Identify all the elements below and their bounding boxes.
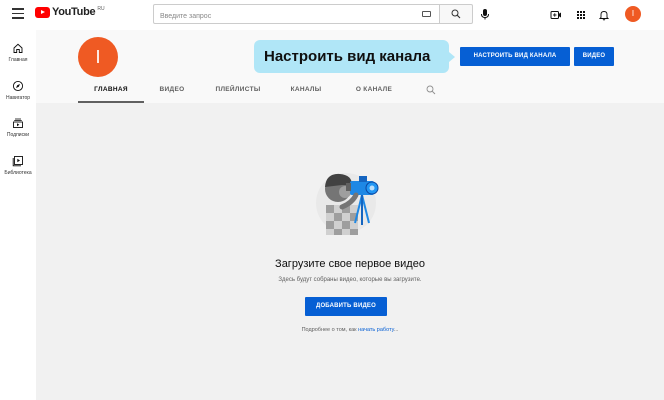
sidebar-item-label: Подписки: [6, 132, 30, 138]
apps-grid-icon[interactable]: [575, 8, 587, 20]
youtube-logo[interactable]: YouTube RU: [35, 6, 105, 18]
tab-home[interactable]: ГЛАВНАЯ: [78, 82, 144, 103]
keyboard-icon[interactable]: [422, 11, 431, 17]
sidebar-item-home[interactable]: Главная: [0, 34, 36, 70]
channel-avatar[interactable]: I: [78, 37, 118, 77]
search-box: [153, 4, 440, 26]
subscriptions-icon: [13, 118, 23, 128]
camera-person-illustration: [316, 173, 379, 235]
get-started-link[interactable]: начать работу: [358, 327, 394, 333]
customize-channel-button[interactable]: НАСТРОИТЬ ВИД КАНАЛА: [460, 47, 570, 66]
sidebar-item-label: Главная: [8, 57, 28, 63]
tab-channels[interactable]: КАНАЛЫ: [282, 82, 330, 103]
empty-state-title: Загрузите свое первое видео: [275, 258, 425, 270]
logo-text: YouTube: [52, 6, 96, 18]
tab-videos[interactable]: ВИДЕО: [152, 82, 192, 103]
tab-playlists[interactable]: ПЛЕЙЛИСТЫ: [208, 82, 268, 103]
channel-search-icon[interactable]: [426, 85, 436, 95]
empty-state-subtitle: Здесь будут собраны видео, которые вы за…: [278, 277, 422, 283]
sidebar-item-subscriptions[interactable]: Подписки: [0, 109, 36, 145]
search-input[interactable]: [154, 7, 409, 26]
youtube-channel-page: YouTube RU Введите запрос I Главная Нави…: [0, 0, 664, 400]
add-video-button[interactable]: ДОБАВИТЬ ВИДЕО: [305, 297, 387, 316]
learn-more-suffix: ...: [393, 327, 399, 333]
youtube-play-icon: [35, 7, 50, 18]
notifications-bell-icon[interactable]: [598, 8, 610, 21]
sidebar-item-label: Библиотека: [4, 170, 32, 176]
search-icon: [451, 9, 461, 19]
sidebar-item-library[interactable]: Библиотека: [0, 147, 36, 183]
voice-search-button[interactable]: [478, 7, 492, 21]
main-content: Загрузите свое первое видео Здесь будут …: [36, 103, 664, 400]
logo-country-code: RU: [97, 6, 105, 12]
account-avatar[interactable]: I: [625, 6, 641, 22]
compass-icon: [12, 80, 24, 92]
channel-header: I Настроить вид канала НАСТРОИТЬ ВИД КАН…: [36, 30, 664, 103]
learn-more-text: Подробнее о том, как начать работу...: [36, 327, 664, 333]
sidebar-item-explore[interactable]: Навигатор: [0, 72, 36, 108]
create-video-icon[interactable]: [550, 8, 562, 20]
microphone-icon: [481, 9, 489, 20]
tab-about[interactable]: О КАНАЛЕ: [346, 82, 402, 103]
customize-tooltip: Настроить вид канала: [254, 40, 455, 73]
manage-videos-button[interactable]: ВИДЕО: [574, 47, 614, 66]
sidebar: Главная Навигатор Подписки Библиотека: [0, 30, 36, 400]
hamburger-menu-icon[interactable]: [12, 8, 24, 20]
library-icon: [12, 156, 23, 167]
home-icon: [13, 43, 23, 53]
top-bar: YouTube RU Введите запрос I: [0, 0, 664, 30]
search-button[interactable]: [440, 4, 473, 24]
learn-more-prefix: Подробнее о том, как: [301, 327, 359, 333]
sidebar-item-label: Навигатор: [5, 95, 31, 101]
